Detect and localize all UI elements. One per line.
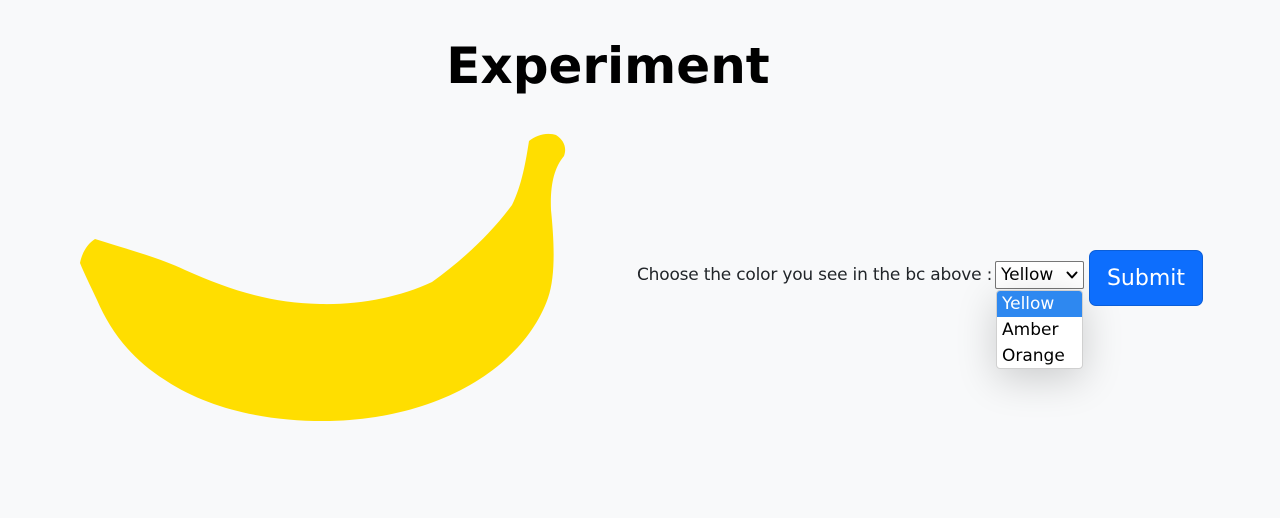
color-dropdown-list: Yellow Amber Orange <box>996 290 1083 369</box>
option-orange[interactable]: Orange <box>997 343 1082 368</box>
question-label: Choose the color you see in the bc above… <box>637 265 993 285</box>
color-select[interactable]: Yellow <box>995 261 1084 289</box>
option-yellow[interactable]: Yellow <box>997 291 1082 317</box>
banana-icon <box>80 133 566 422</box>
banana-shape <box>80 133 566 422</box>
submit-button[interactable]: Submit <box>1089 250 1203 306</box>
question-row: Choose the color you see in the bc above… <box>637 261 992 289</box>
chevron-down-icon <box>1066 271 1078 279</box>
option-amber[interactable]: Amber <box>997 317 1082 343</box>
color-select-value: Yellow <box>1001 265 1054 285</box>
